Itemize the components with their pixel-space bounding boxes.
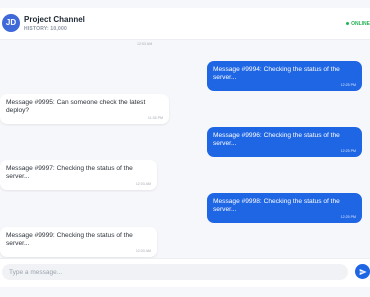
message-bubble-incoming: Message #9997: Checking the status of th…: [0, 160, 157, 190]
message-text: Message #9998: Checking the status of th…: [213, 198, 340, 213]
send-icon: [359, 268, 367, 275]
online-dot-icon: [346, 22, 350, 26]
status-text: ONLINE: [351, 21, 370, 27]
chat-header: JD Project Channel HISTORY: 10,000 ONLIN…: [0, 8, 370, 40]
message-text: Message #9997: Checking the status of th…: [6, 165, 133, 180]
message-text: Message #9994: Checking the status of th…: [213, 66, 340, 81]
message-time: 12:03 AM: [135, 249, 151, 253]
message-input[interactable]: [2, 264, 348, 280]
avatar[interactable]: JD: [2, 14, 20, 32]
message-text: Message #9995: Can someone check the lat…: [6, 99, 146, 114]
message-time: 12:25 PM: [340, 83, 356, 87]
send-button[interactable]: [355, 264, 370, 279]
message-text: Message #9999: Checking the status of th…: [6, 232, 133, 247]
message-time: 12:25 PM: [340, 215, 356, 219]
message-time: 12:03 AM: [135, 182, 151, 186]
history-count: HISTORY: 10,000: [24, 26, 67, 32]
message-list[interactable]: 12:03 AM Message #9994: Checking the sta…: [0, 40, 370, 258]
message-text: Message #9996: Checking the status of th…: [213, 132, 340, 147]
status-badge: ONLINE: [346, 21, 370, 27]
channel-title: Project Channel: [24, 15, 85, 24]
message-bubble-outgoing: Message #9994: Checking the status of th…: [207, 61, 362, 91]
message-bubble-outgoing: Message #9996: Checking the status of th…: [207, 127, 362, 157]
message-bubble-incoming: Message #9995: Can someone check the lat…: [0, 94, 169, 124]
message-bubble-incoming: Message #9999: Checking the status of th…: [0, 227, 157, 257]
message-bubble-outgoing: Message #9998: Checking the status of th…: [207, 193, 362, 223]
message-time: 12:25 PM: [340, 149, 356, 153]
message-time: 11:35 PM: [147, 116, 163, 120]
message-time: 12:03 AM: [137, 42, 153, 46]
message-composer: [0, 258, 370, 287]
